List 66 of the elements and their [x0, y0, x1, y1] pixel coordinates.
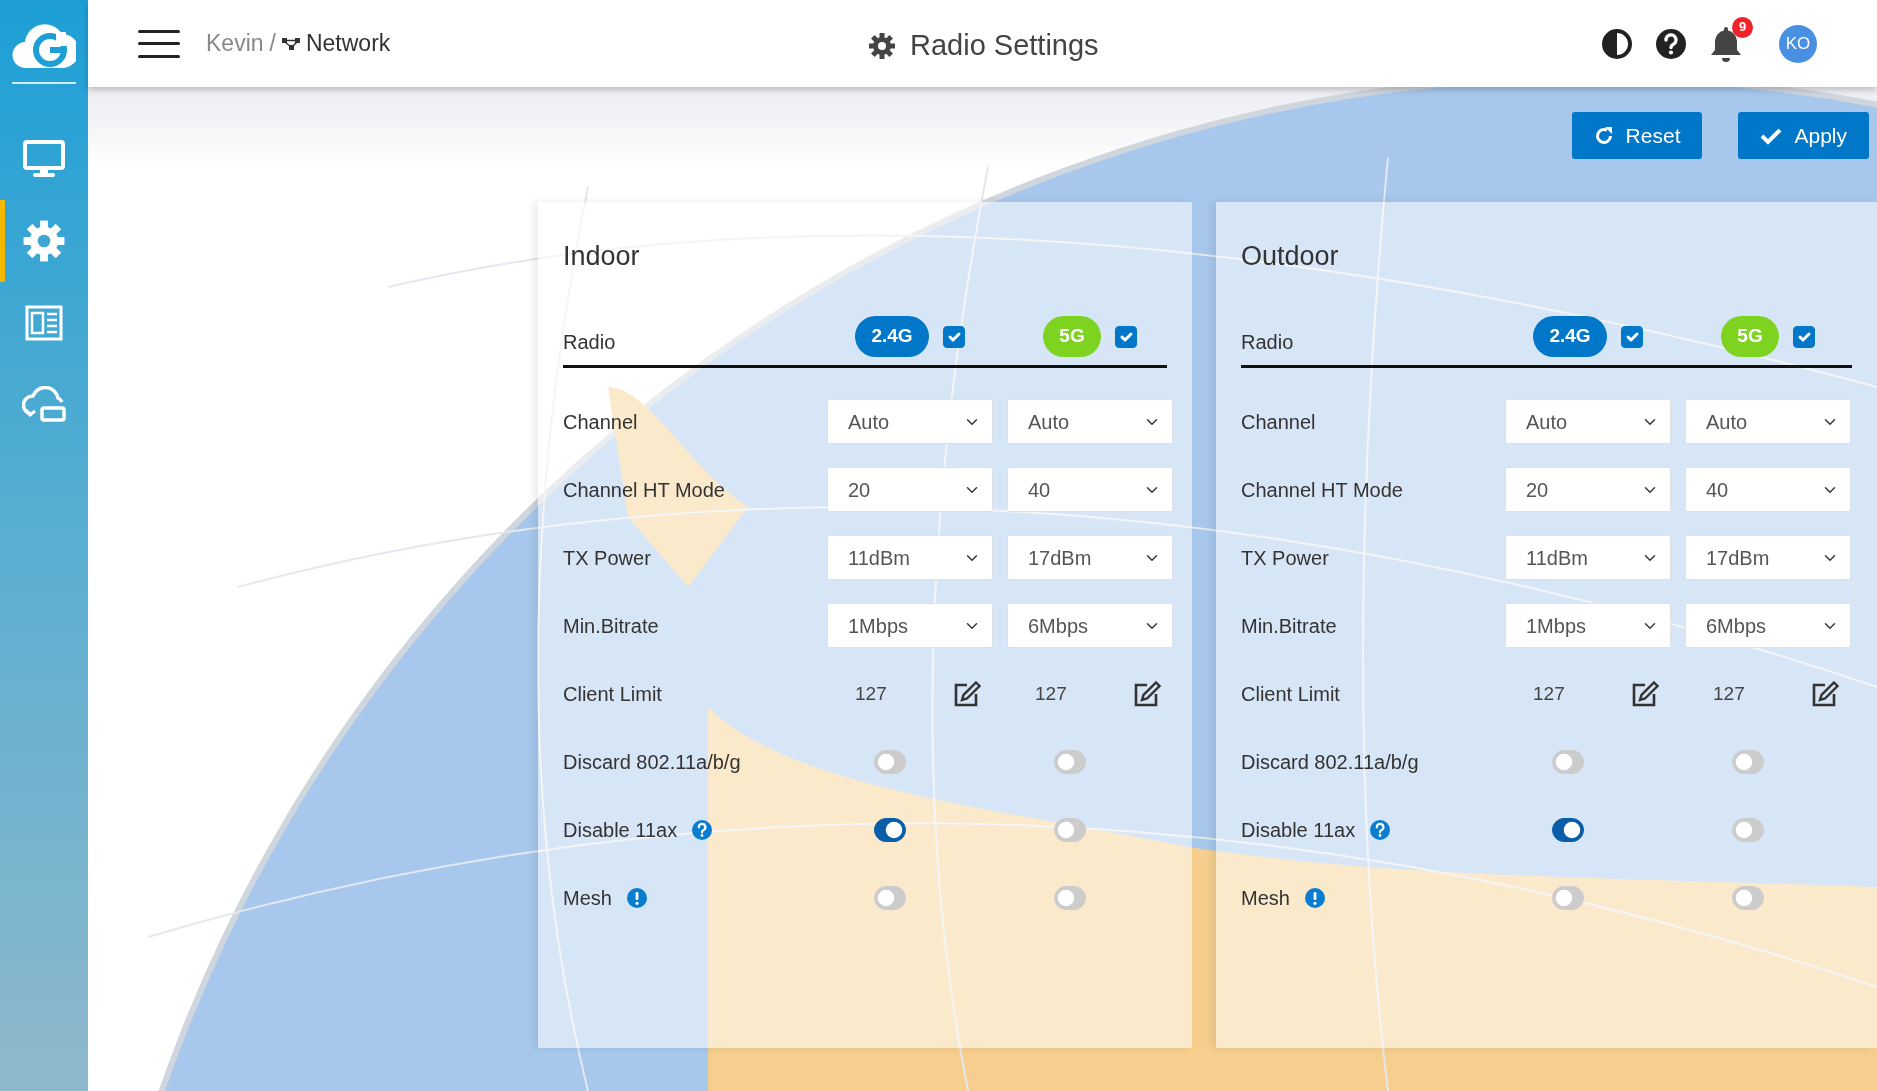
newspaper-icon — [25, 305, 63, 341]
field-label: Client Limit — [1241, 681, 1340, 707]
dropdown-field[interactable]: Auto — [827, 399, 993, 445]
dropdown-field[interactable]: 11dBm — [827, 535, 993, 581]
limit-value: 127 — [855, 681, 887, 706]
field-label: Min.Bitrate — [563, 613, 659, 639]
dropdown-field[interactable]: 1Mbps — [1505, 603, 1671, 649]
dropdown-field[interactable]: 1Mbps — [827, 603, 993, 649]
limit-value: 127 — [1035, 681, 1067, 706]
dropdown-field[interactable]: 6Mbps — [1007, 603, 1173, 649]
edit-icon[interactable] — [953, 680, 981, 707]
field-label: TX Power — [1241, 545, 1329, 571]
dropdown-field[interactable]: 20 — [1505, 467, 1671, 513]
settings-icon — [868, 31, 896, 60]
help-icon[interactable] — [1655, 27, 1687, 60]
panel-title: Outdoor — [1241, 240, 1340, 273]
band-tag: 2.4G — [855, 316, 929, 357]
notification-count: 9 — [1732, 16, 1753, 38]
field-label: Disable 11ax — [563, 817, 678, 843]
breadcrumb-current: Network — [305, 29, 391, 59]
breadcrumb-link[interactable]: Kevin — [206, 26, 264, 61]
dropdown-field[interactable]: 17dBm — [1007, 535, 1173, 581]
page-title: Radio Settings — [910, 28, 1099, 63]
field-label: Radio — [1241, 329, 1295, 355]
reset-button[interactable]: Reset — [1571, 112, 1703, 159]
field-label: TX Power — [563, 545, 651, 571]
contrast-icon[interactable] — [1601, 27, 1633, 60]
edit-icon[interactable] — [1133, 680, 1161, 707]
menu-icon[interactable] — [138, 27, 180, 60]
dropdown-field[interactable]: Auto — [1505, 399, 1671, 445]
monitor-icon — [23, 140, 65, 178]
field-label: Client Limit — [563, 681, 662, 707]
field-label: Min.Bitrate — [1241, 613, 1337, 639]
field-label: Discard 802.11a/b/g — [563, 749, 741, 775]
dropdown-field[interactable]: 11dBm — [1505, 535, 1671, 581]
field-label: Radio — [563, 329, 617, 355]
settings-icon — [22, 219, 66, 263]
field-label: Mesh — [1241, 885, 1290, 911]
dropdown-field[interactable]: Auto — [1007, 399, 1173, 445]
info-alert-icon[interactable] — [625, 886, 648, 909]
field-label: Channel — [1241, 409, 1316, 435]
refresh-icon — [1593, 125, 1614, 146]
field-label: Disable 11ax — [1241, 817, 1356, 843]
field-label: Channel HT Mode — [563, 477, 725, 503]
dropdown-field[interactable]: 20 — [827, 467, 993, 513]
field-label: Mesh — [563, 885, 612, 911]
breadcrumb-separator: / — [269, 29, 276, 59]
field-label: Channel — [563, 409, 638, 435]
dropdown-field[interactable]: 40 — [1007, 467, 1173, 513]
panel-title: Indoor — [563, 240, 641, 273]
field-label: Channel HT Mode — [1241, 477, 1403, 503]
band-tag: 2.4G — [1533, 316, 1607, 357]
limit-value: 127 — [1713, 681, 1745, 706]
edit-icon[interactable] — [1631, 680, 1659, 707]
field-label: Discard 802.11a/b/g — [1241, 749, 1419, 775]
cloud-sync-icon — [22, 386, 66, 424]
limit-value: 127 — [1533, 681, 1565, 706]
network-icon — [281, 36, 300, 51]
edit-icon[interactable] — [1811, 680, 1839, 707]
dropdown-field[interactable]: 6Mbps — [1685, 603, 1851, 649]
info-alert-icon[interactable] — [1303, 886, 1326, 909]
dropdown-field[interactable]: 40 — [1685, 467, 1851, 513]
apply-button[interactable]: Apply — [1738, 112, 1869, 159]
dropdown-field[interactable]: Auto — [1685, 399, 1851, 445]
dropdown-field[interactable]: 17dBm — [1685, 535, 1851, 581]
check-icon — [1760, 126, 1783, 145]
